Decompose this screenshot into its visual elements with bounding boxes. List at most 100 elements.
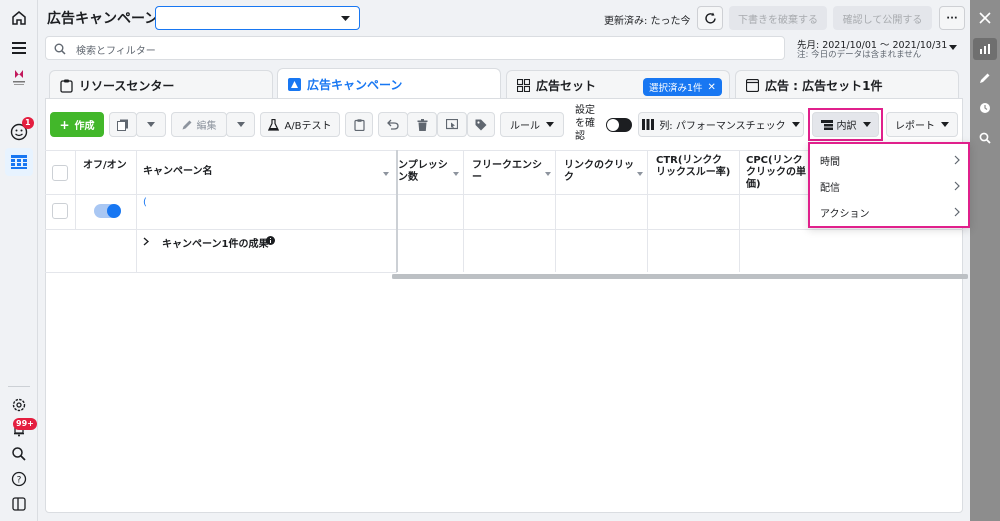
breakdown-label: 内訳 bbox=[836, 121, 857, 132]
review-publish-button[interactable]: 確認して公開する bbox=[833, 6, 932, 30]
columns-button[interactable]: 列: パフォーマンスチェック bbox=[638, 112, 804, 137]
search-icon bbox=[54, 43, 66, 55]
sort-arrow-icon[interactable] bbox=[637, 172, 643, 176]
rules-button[interactable]: ルール bbox=[500, 112, 564, 137]
tag-button[interactable] bbox=[467, 112, 495, 137]
column-header-frequency[interactable]: フリークエンシー bbox=[472, 160, 542, 204]
home-icon[interactable] bbox=[9, 8, 29, 28]
column-header-link-clicks[interactable]: リンクのクリック bbox=[564, 160, 634, 204]
column-divider bbox=[463, 150, 464, 272]
delete-button[interactable] bbox=[407, 112, 437, 137]
chevron-down-icon bbox=[941, 122, 949, 127]
chevron-right-icon bbox=[954, 181, 960, 191]
ads-manager-grid-icon[interactable] bbox=[5, 148, 33, 176]
column-divider bbox=[136, 150, 137, 272]
rules-label: ルール bbox=[510, 121, 540, 132]
zoom-search-icon[interactable] bbox=[977, 130, 993, 146]
row-divider bbox=[45, 229, 963, 230]
undo-button[interactable] bbox=[378, 112, 408, 137]
selected-chip-label: 選択済み1件 bbox=[649, 83, 703, 94]
sort-arrow-icon[interactable] bbox=[383, 172, 389, 176]
menu-item-time[interactable]: 時間 bbox=[820, 150, 960, 170]
columns-label: 列: パフォーマンスチェック bbox=[659, 121, 786, 132]
refresh-button[interactable] bbox=[697, 6, 723, 30]
settings-check-toggle[interactable] bbox=[606, 118, 632, 132]
create-button[interactable]: + 作成 bbox=[50, 112, 104, 137]
selected-count-chip[interactable]: 選択済み1件 ✕ bbox=[643, 78, 722, 96]
campaign-on-toggle[interactable] bbox=[94, 204, 121, 218]
column-header-cpc[interactable]: CPC(リンククリックの単価) bbox=[746, 155, 806, 191]
columns-icon bbox=[642, 119, 655, 130]
preview-button[interactable] bbox=[437, 112, 467, 137]
horizontal-scroll-track[interactable] bbox=[392, 274, 968, 279]
select-all-checkbox[interactable] bbox=[52, 165, 68, 181]
duplicate-icon bbox=[117, 119, 128, 131]
duplicate-dropdown-button[interactable] bbox=[136, 112, 166, 137]
panel-toggle-icon[interactable] bbox=[9, 494, 29, 514]
column-divider bbox=[647, 150, 648, 272]
notification-badge: 1 bbox=[22, 117, 34, 129]
chevron-down-icon bbox=[949, 45, 957, 50]
chart-icon[interactable] bbox=[973, 38, 997, 60]
toggle-knob bbox=[607, 119, 619, 131]
column-header-ctr[interactable]: CTR(リンククリックスルー率) bbox=[656, 155, 732, 199]
reports-button[interactable]: レポート bbox=[886, 112, 958, 137]
close-icon[interactable]: ✕ bbox=[708, 82, 716, 93]
create-label: 作成 bbox=[74, 121, 95, 132]
campaign-name-link[interactable]: ( bbox=[143, 197, 147, 208]
column-header-onoff[interactable]: オフ/オン bbox=[83, 160, 131, 204]
duplicate-button[interactable] bbox=[109, 112, 137, 137]
breakdown-button[interactable]: 内訳 bbox=[812, 112, 879, 137]
tab-resource-center[interactable]: リソースセンター bbox=[49, 70, 273, 100]
settings-gear-icon[interactable] bbox=[9, 395, 29, 415]
menu-item-delivery[interactable]: 配信 bbox=[820, 176, 960, 196]
chevron-right-icon bbox=[954, 155, 960, 165]
tab-ad-sets[interactable]: 広告セット 選択済み1件 ✕ bbox=[506, 70, 730, 100]
menu-item-label: 時間 bbox=[820, 156, 840, 168]
campaign-select-dropdown[interactable] bbox=[155, 6, 360, 30]
date-range-picker[interactable]: 先月: 2021/10/01 〜 2021/10/31 注: 今日のデータは含ま… bbox=[789, 36, 964, 60]
search-filter-bar[interactable]: 検索とフィルター bbox=[45, 36, 785, 60]
rail-divider bbox=[8, 386, 30, 387]
edit-pencil-icon[interactable] bbox=[977, 70, 993, 86]
history-clock-icon[interactable] bbox=[977, 100, 993, 116]
help-icon[interactable]: ? bbox=[9, 469, 29, 489]
sort-arrow-icon[interactable] bbox=[545, 172, 551, 176]
preview-icon bbox=[446, 118, 458, 129]
column-divider bbox=[739, 150, 740, 272]
ad-window-icon bbox=[746, 79, 759, 92]
svg-text:?: ? bbox=[17, 476, 22, 486]
info-icon[interactable] bbox=[266, 236, 275, 245]
menu-item-label: 配信 bbox=[820, 182, 840, 194]
more-options-button[interactable]: ··· bbox=[939, 6, 965, 30]
tab-label: 広告キャンペーン bbox=[307, 78, 403, 92]
clipboard-button[interactable] bbox=[345, 112, 373, 137]
search-icon[interactable] bbox=[9, 444, 29, 464]
summary-bottom-border bbox=[45, 272, 397, 273]
sort-arrow-icon[interactable] bbox=[453, 172, 459, 176]
edit-button[interactable]: 編集 bbox=[171, 112, 227, 137]
menu-icon[interactable] bbox=[9, 38, 29, 58]
ab-test-button[interactable]: A/Bテスト bbox=[260, 112, 340, 137]
row-checkbox[interactable] bbox=[52, 203, 68, 219]
trash-icon bbox=[417, 118, 427, 131]
alerts-badge: 99+ bbox=[13, 418, 37, 430]
horizontal-scrollbar-thumb[interactable] bbox=[392, 274, 968, 279]
chevron-right-icon[interactable] bbox=[143, 237, 149, 246]
column-header-impressions[interactable]: インプレッション数 bbox=[398, 160, 448, 186]
chevron-down-icon bbox=[791, 122, 800, 127]
edit-dropdown-button[interactable] bbox=[226, 112, 255, 137]
close-icon[interactable] bbox=[977, 10, 993, 26]
right-side-rail bbox=[970, 0, 1000, 521]
tab-campaigns[interactable]: 広告キャンペーン bbox=[277, 68, 501, 100]
settings-check-label: 設定を確認 bbox=[575, 105, 595, 142]
undo-icon bbox=[387, 119, 399, 130]
discard-draft-button[interactable]: 下書きを破棄する bbox=[729, 6, 827, 30]
column-divider bbox=[75, 150, 76, 230]
column-header-campaign-name[interactable]: キャンペーン名 bbox=[143, 166, 343, 210]
menu-item-action[interactable]: アクション bbox=[820, 202, 960, 222]
search-placeholder: 検索とフィルター bbox=[76, 46, 156, 57]
account-logo-icon[interactable] bbox=[9, 68, 29, 88]
clipboard-icon bbox=[60, 79, 73, 93]
tab-ads[interactable]: 広告 : 広告セット1件 bbox=[735, 70, 959, 100]
